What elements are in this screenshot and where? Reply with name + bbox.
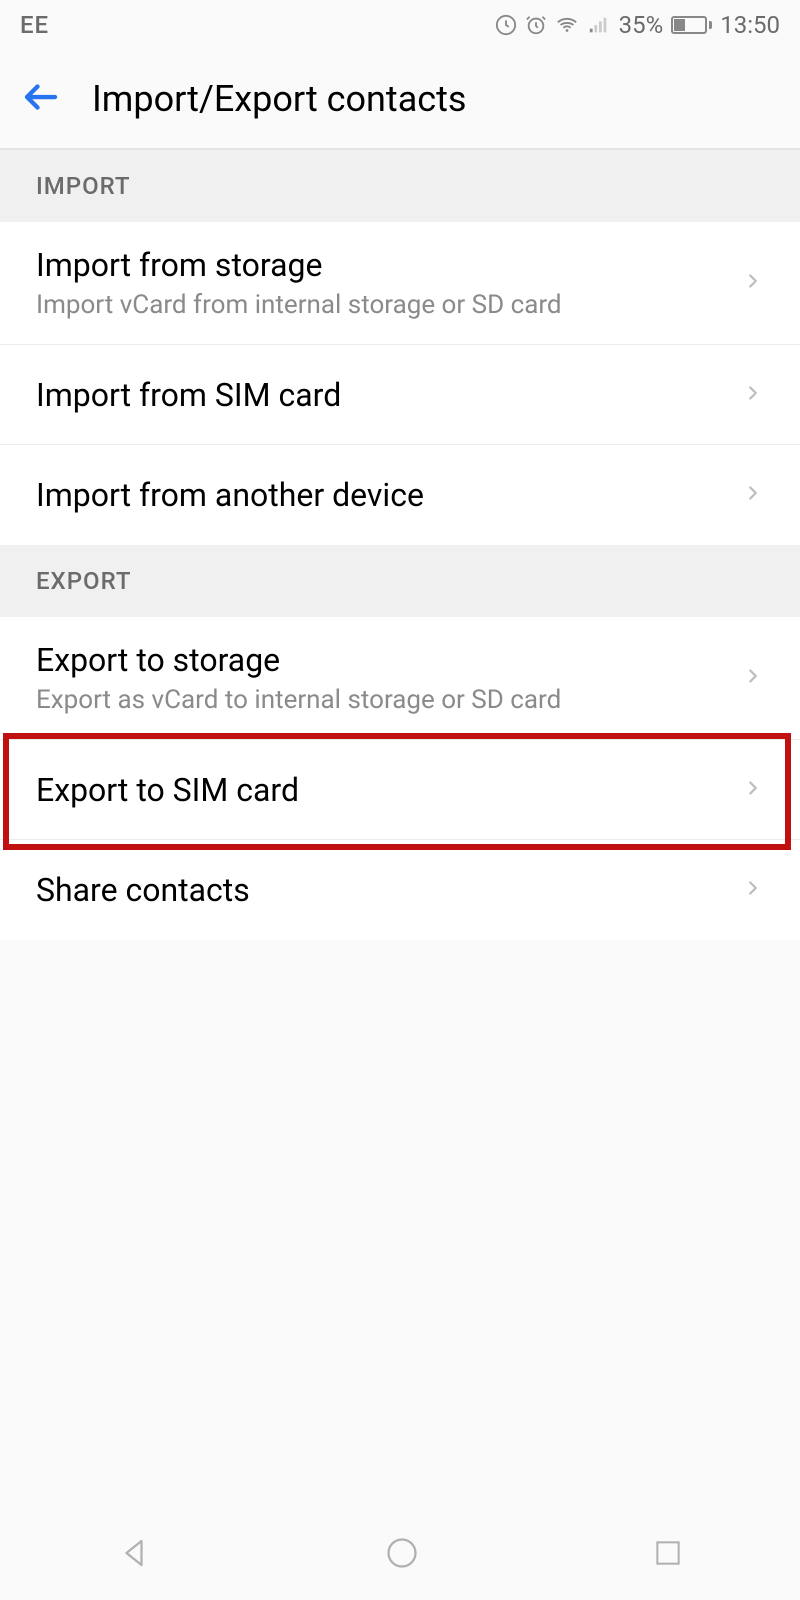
carrier-label: EE <box>20 11 49 39</box>
wifi-icon <box>555 14 579 36</box>
item-subtitle: Import vCard from internal storage or SD… <box>36 290 742 320</box>
export-list: Export to storage Export as vCard to int… <box>0 617 800 940</box>
export-to-storage[interactable]: Export to storage Export as vCard to int… <box>0 617 800 740</box>
battery-icon <box>671 16 712 34</box>
item-title: Export to storage <box>36 641 742 679</box>
item-title: Import from storage <box>36 246 742 284</box>
import-from-sim[interactable]: Import from SIM card <box>0 345 800 445</box>
export-to-sim[interactable]: Export to SIM card <box>0 740 800 840</box>
chevron-right-icon <box>742 777 764 803</box>
section-header-export: EXPORT <box>0 545 800 617</box>
app-header: Import/Export contacts <box>0 50 800 150</box>
status-bar: EE 35% 13:50 <box>0 0 800 50</box>
chevron-right-icon <box>742 382 764 408</box>
chevron-right-icon <box>742 270 764 296</box>
item-title: Import from another device <box>36 476 742 514</box>
import-list: Import from storage Import vCard from in… <box>0 222 800 545</box>
chevron-right-icon <box>742 482 764 508</box>
chevron-right-icon <box>742 665 764 691</box>
battery-percent: 35% <box>619 11 664 39</box>
data-saver-icon <box>495 14 517 36</box>
clock-time: 13:50 <box>720 11 780 39</box>
item-title: Export to SIM card <box>36 771 742 809</box>
chevron-right-icon <box>742 877 764 903</box>
signal-icon <box>587 14 611 36</box>
import-from-storage[interactable]: Import from storage Import vCard from in… <box>0 222 800 345</box>
item-title: Import from SIM card <box>36 376 742 414</box>
nav-home-icon[interactable] <box>384 1535 420 1575</box>
nav-recent-icon[interactable] <box>652 1537 684 1573</box>
page-title: Import/Export contacts <box>92 78 466 120</box>
back-icon[interactable] <box>20 76 62 122</box>
status-right: 35% 13:50 <box>495 11 780 39</box>
import-from-device[interactable]: Import from another device <box>0 445 800 545</box>
system-nav-bar <box>0 1510 800 1600</box>
item-subtitle: Export as vCard to internal storage or S… <box>36 685 742 715</box>
share-contacts[interactable]: Share contacts <box>0 840 800 940</box>
item-title: Share contacts <box>36 871 742 909</box>
section-header-import: IMPORT <box>0 150 800 222</box>
alarm-icon <box>525 14 547 36</box>
nav-back-icon[interactable] <box>116 1535 152 1575</box>
